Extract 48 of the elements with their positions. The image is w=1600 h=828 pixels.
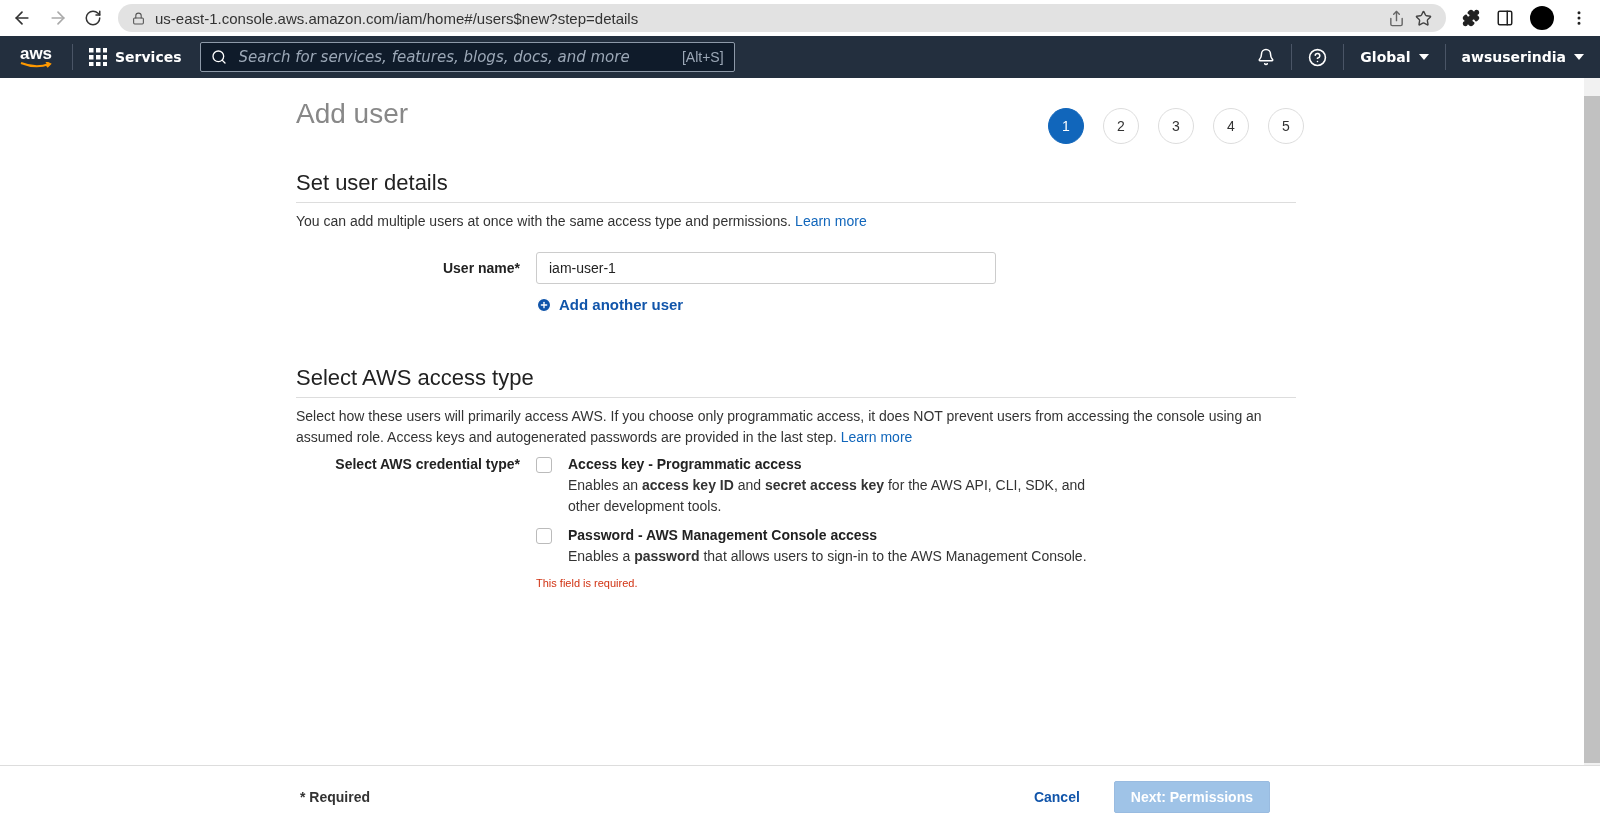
- step-indicator: 3: [1158, 108, 1194, 144]
- shortcut-hint: [Alt+S]: [681, 49, 724, 65]
- side-panel-icon[interactable]: [1496, 9, 1514, 27]
- option-title: Access key - Programmatic access: [568, 456, 803, 472]
- step-indicator: 4: [1213, 108, 1249, 144]
- learn-more-link[interactable]: Learn more: [840, 429, 913, 445]
- field-label: User name*: [441, 260, 521, 276]
- user-name-input[interactable]: iam-user-1: [536, 252, 996, 284]
- puzzle-icon[interactable]: [1462, 9, 1480, 27]
- step-indicator: 1: [1048, 108, 1084, 144]
- share-icon[interactable]: [1388, 9, 1405, 27]
- address-bar[interactable]: us-east-1.console.aws.amazon.com/iam/home#/users$new?step=details: [118, 4, 1446, 32]
- option-title: Password - AWS Management Console access: [568, 527, 879, 543]
- section-description: You can add multiple users at once with the same access type and permissions. Learn more: [296, 212, 868, 231]
- field-label: Select AWS credential type*: [334, 456, 521, 472]
- option-description: Enables a password that allows users to sign-in to the AWS Management Console.: [568, 547, 1088, 566]
- url-text: us-east-1.console.aws.amazon.com/iam/home#/users$new?step=details: [155, 9, 640, 27]
- step-indicator: 2: [1103, 108, 1139, 144]
- aws-logo[interactable]: aws: [16, 45, 56, 69]
- bell-icon[interactable]: [1257, 48, 1276, 66]
- plus-circle-icon: [536, 296, 552, 313]
- caret-icon: [1418, 54, 1429, 60]
- services-button[interactable]: Services: [89, 48, 182, 66]
- scrollbar[interactable]: [1584, 78, 1600, 765]
- section-heading: Select AWS access type: [296, 365, 1296, 398]
- learn-more-link[interactable]: Learn more: [795, 213, 867, 229]
- lock-icon: [132, 11, 145, 25]
- account-menu[interactable]: awsuserindia: [1461, 49, 1584, 65]
- avatar-circle[interactable]: [1530, 6, 1554, 30]
- step-indicator: 5: [1268, 108, 1304, 144]
- search-icon: [210, 49, 227, 65]
- region-menu[interactable]: Global: [1360, 49, 1429, 65]
- page-title: Add user: [296, 98, 409, 130]
- search-field[interactable]: Search for services, features, blogs, docs, and more [Alt+S]: [199, 42, 735, 72]
- cancel-button[interactable]: Cancel: [1027, 788, 1086, 806]
- checkbox[interactable]: [536, 457, 552, 473]
- add-user-link[interactable]: Add another user: [536, 296, 684, 313]
- help-icon[interactable]: [1308, 47, 1328, 67]
- required-note: * Required: [300, 789, 371, 805]
- section-heading: Set user details: [296, 170, 1296, 203]
- caret-icon: [1574, 54, 1584, 60]
- checkbox[interactable]: [536, 528, 552, 544]
- section-description: Select how these users will primarily access AWS. If you choose only programmatic access, it does NOT prevent users from accessing the console using an assumed role. Access keys and autogenerated passwords are provided in the last step. Learn more: [296, 407, 1263, 447]
- error-message: This field is required.: [536, 577, 639, 589]
- grid-icon: [89, 48, 107, 66]
- reload-icon[interactable]: [84, 9, 102, 27]
- star-icon[interactable]: [1415, 9, 1432, 27]
- option-description: Enables an access key ID and secret access key for the AWS API, CLI, SDK, and other development tools.: [568, 476, 1087, 516]
